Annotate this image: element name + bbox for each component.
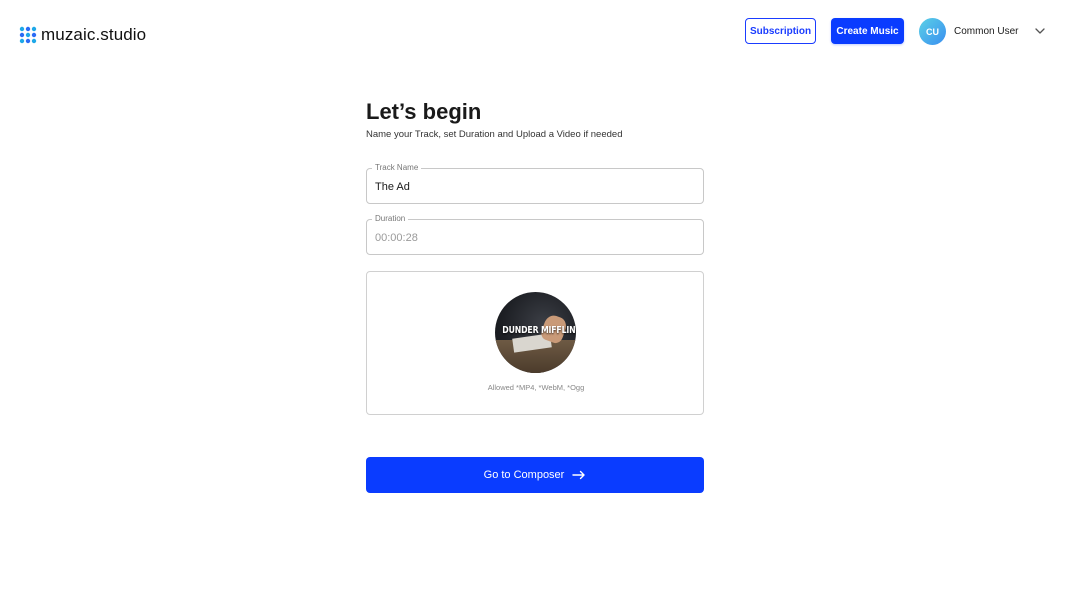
brand-name: muzaic.studio [41, 25, 147, 44]
arrow-right-icon [572, 470, 586, 480]
thumbnail-title: DUNDER MIFFLIN [502, 325, 576, 336]
go-to-composer-label: Go to Composer [483, 469, 565, 481]
chevron-down-icon[interactable] [1034, 26, 1046, 36]
avatar[interactable]: CU [919, 18, 946, 45]
video-thumbnail[interactable]: DUNDER MIFFLIN [495, 292, 576, 373]
track-name-label: Track Name [372, 163, 422, 173]
subscription-button[interactable]: Subscription [745, 18, 816, 44]
page-subtitle: Name your Track, set Duration and Upload… [366, 129, 623, 140]
duration-label: Duration [372, 214, 409, 224]
video-upload-dropzone[interactable]: DUNDER MIFFLIN Allowed *MP4, *WebM, *Ogg [366, 271, 704, 415]
page-title: Let’s begin [366, 99, 482, 124]
duration-field[interactable]: Duration [366, 214, 704, 255]
top-bar: muzaic.studio Subscription Create Music … [0, 0, 1065, 62]
go-to-composer-button[interactable]: Go to Composer [366, 457, 704, 493]
track-name-field[interactable]: Track Name [366, 163, 704, 204]
brand-logo[interactable]: muzaic.studio [19, 25, 146, 45]
create-music-button[interactable]: Create Music [831, 18, 904, 44]
track-name-input[interactable] [375, 179, 695, 195]
user-name[interactable]: Common User [954, 25, 1018, 38]
duration-input[interactable] [375, 230, 695, 246]
logo-icon [19, 26, 37, 44]
allowed-formats-note: Allowed *MP4, *WebM, *Ogg [487, 383, 585, 392]
